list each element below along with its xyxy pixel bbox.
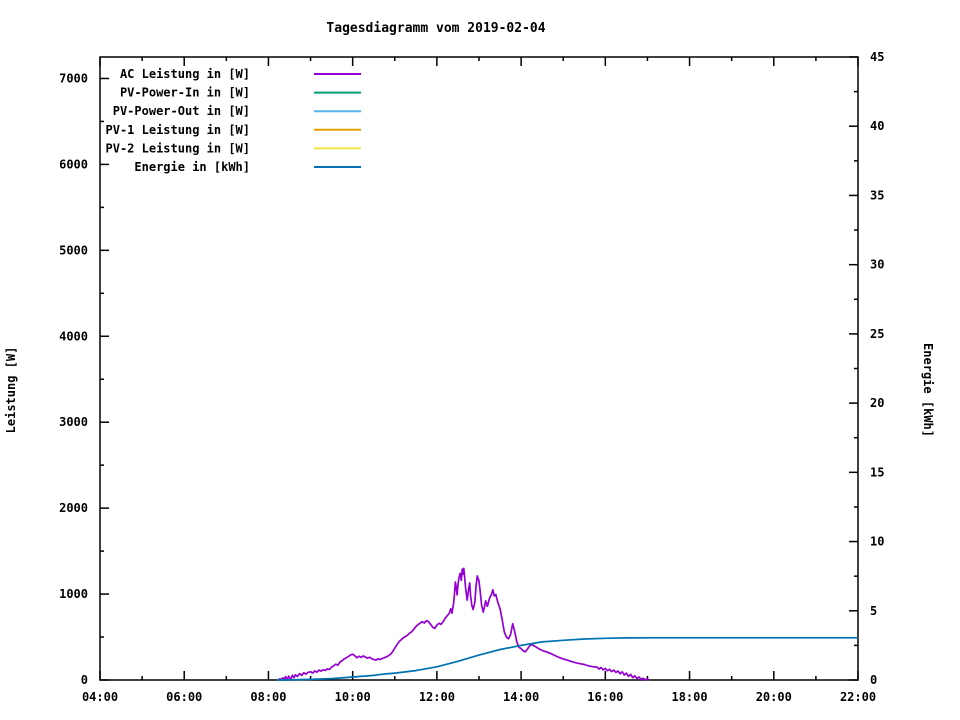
x-tick-label: 16:00: [587, 690, 623, 704]
x-tick-label: 10:00: [335, 690, 371, 704]
x-tick-label: 20:00: [756, 690, 792, 704]
x-tick-label: 22:00: [840, 690, 876, 704]
y-right-tick-label: 40: [870, 119, 884, 133]
right-axis-title: Energie [kWh]: [921, 343, 935, 437]
legend-label: PV-Power-Out in [W]: [113, 104, 250, 118]
chart-legend: AC Leistung in [W] PV-Power-In in [W] PV-P…: [106, 67, 361, 174]
y-right-tick-label: 35: [870, 188, 884, 202]
chart-canvas: Tagesdiagramm vom 2019-02-04 Leistung [W…: [0, 0, 960, 720]
y-left-tick-label: 4000: [59, 329, 88, 343]
x-tick-label: 04:00: [82, 690, 118, 704]
left-axis-title: Leistung [W]: [4, 347, 18, 434]
legend-label: PV-Power-In in [W]: [120, 86, 250, 100]
chart-title: Tagesdiagramm vom 2019-02-04: [326, 21, 545, 36]
y-right-tick-label: 25: [870, 327, 884, 341]
tagesdiagramm-chart: Tagesdiagramm vom 2019-02-04 Leistung [W…: [4, 21, 935, 704]
y-left-tick-label: 2000: [59, 501, 88, 515]
y-left-tick-label: 5000: [59, 243, 88, 257]
y-right-tick-label: 15: [870, 465, 884, 479]
y-left-tick-label: 3000: [59, 415, 88, 429]
y-left-tick-label: 6000: [59, 157, 88, 171]
legend-label: PV-1 Leistung in [W]: [106, 123, 251, 137]
x-tick-label: 18:00: [671, 690, 707, 704]
y-left-tick-label: 0: [81, 673, 88, 687]
y-right-tick-label: 5: [870, 604, 877, 618]
legend-label: PV-2 Leistung in [W]: [106, 141, 251, 155]
x-tick-label: 06:00: [166, 690, 202, 704]
legend-label: AC Leistung in [W]: [120, 67, 250, 81]
x-tick-label: 12:00: [419, 690, 455, 704]
series-line: [276, 636, 858, 681]
data-curves: [276, 567, 858, 681]
y-right-tick-label: 20: [870, 396, 884, 410]
x-tick-label: 14:00: [503, 690, 539, 704]
y-right-tick-label: 10: [870, 535, 884, 549]
y-left-tick-label: 7000: [59, 71, 88, 85]
y-left-tick-label: 1000: [59, 587, 88, 601]
y-right-tick-label: 45: [870, 50, 884, 64]
y-right-tick-label: 0: [870, 673, 877, 687]
y-right-tick-label: 30: [870, 258, 884, 272]
x-tick-label: 08:00: [250, 690, 286, 704]
series-line: [277, 567, 650, 681]
legend-label: Energie in [kWh]: [134, 160, 250, 174]
